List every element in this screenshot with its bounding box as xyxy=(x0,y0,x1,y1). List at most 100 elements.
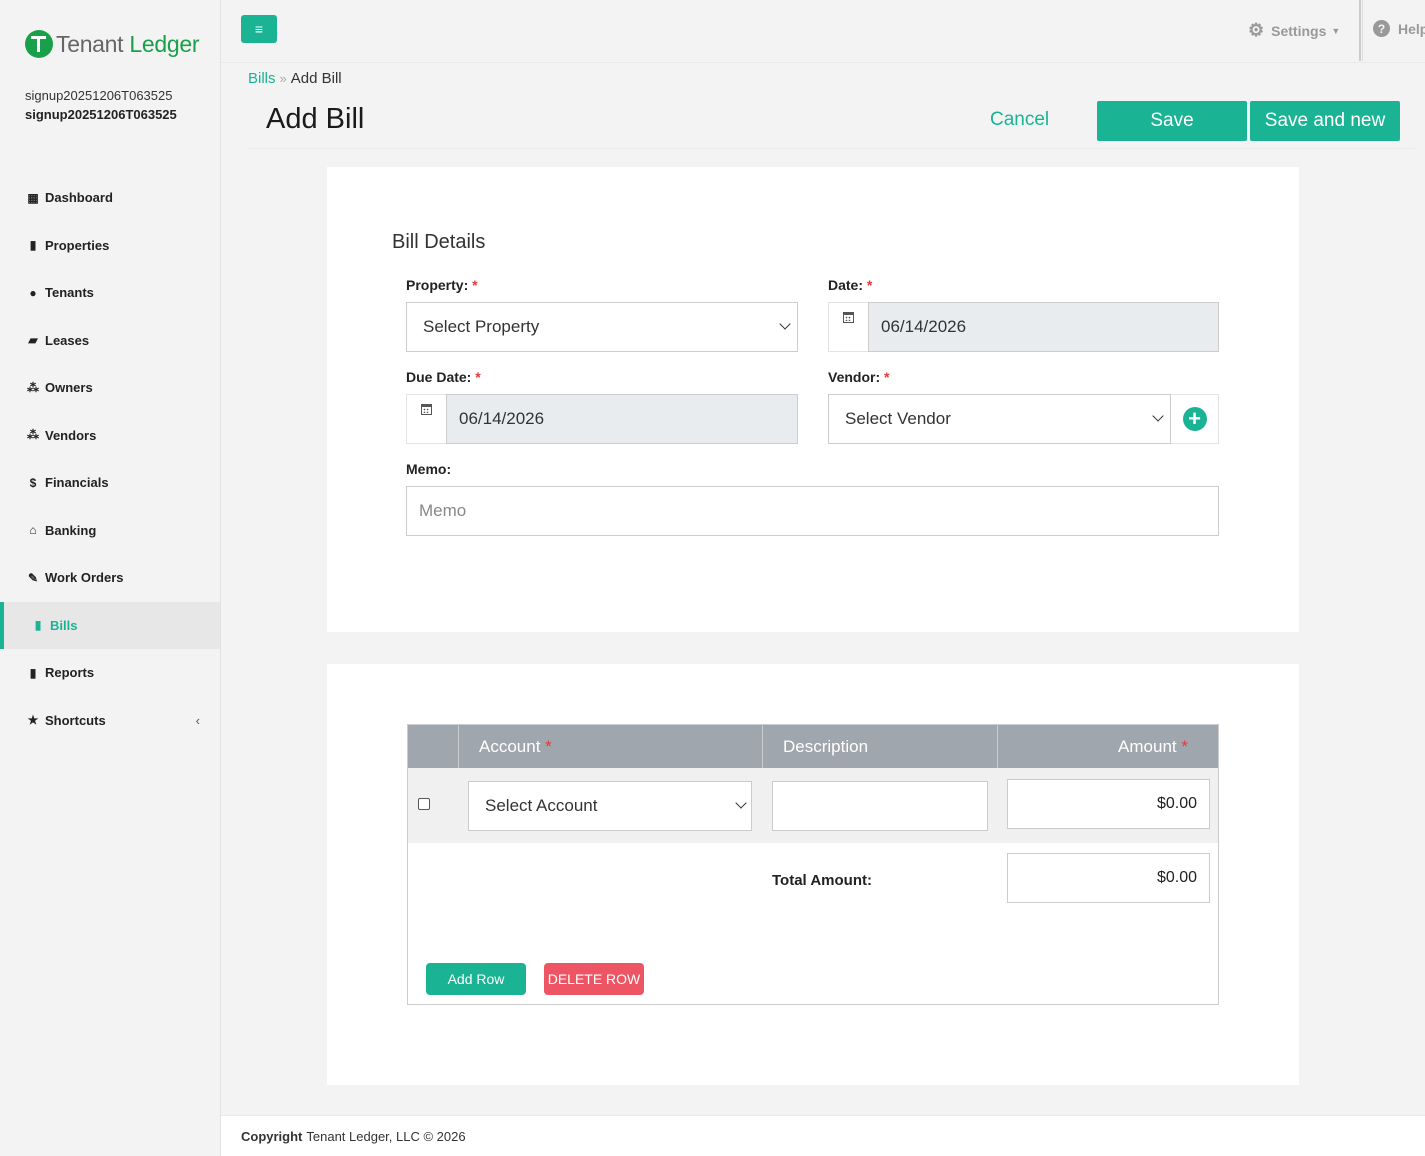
date-input[interactable]: 06/14/2026 xyxy=(868,302,1219,352)
star-icon: ★ xyxy=(27,713,39,728)
description-column-header: Description xyxy=(762,725,997,768)
breadcrumb-separator-icon: » xyxy=(279,71,287,86)
chevron-down-icon xyxy=(779,318,791,330)
date-calendar-addon[interactable] xyxy=(828,302,868,352)
sidebar-item-owners[interactable]: ⁂ Owners xyxy=(0,364,220,412)
page-title: Add Bill xyxy=(266,103,365,135)
account-select[interactable]: Select Account xyxy=(468,781,752,831)
user-account: signup20251206T063525 xyxy=(25,107,177,122)
sidebar-item-leases[interactable]: ▰ Leases xyxy=(0,317,220,365)
table-header: Account * Description Amount * xyxy=(408,725,1218,768)
line-items-table: Account * Description Amount * Select Ac… xyxy=(407,724,1219,1005)
breadcrumb-current: Add Bill xyxy=(290,70,342,87)
settings-dropdown[interactable]: ⚙ Settings ▼ xyxy=(1248,20,1340,41)
hamburger-icon: ≡ xyxy=(254,21,264,37)
property-select[interactable]: Select Property xyxy=(406,302,798,352)
heading-divider xyxy=(248,148,1415,149)
memo-placeholder: Memo xyxy=(419,501,467,520)
due-date-value: 06/14/2026 xyxy=(459,409,545,428)
add-row-button[interactable]: Add Row xyxy=(426,963,526,995)
account-column-header: Account * xyxy=(458,725,762,768)
logo[interactable]: Tenant Ledger xyxy=(25,30,199,58)
vendor-select-value: Select Vendor xyxy=(845,409,951,428)
sidebar-item-label: Work Orders xyxy=(45,570,124,586)
sidebar-item-vendors[interactable]: ⁂ Vendors xyxy=(0,412,220,460)
logo-text: Tenant Ledger xyxy=(56,30,200,57)
row-checkbox[interactable] xyxy=(418,798,430,810)
user-icon: ● xyxy=(29,285,37,300)
menu-toggle-button[interactable]: ≡ xyxy=(241,15,277,43)
footer-text: Tenant Ledger, LLC © 2026 xyxy=(306,1128,466,1144)
plus-circle-icon: + xyxy=(1182,407,1207,431)
sidebar-item-bills[interactable]: ▮ Bills xyxy=(0,601,220,649)
users-icon: ⁂ xyxy=(27,380,39,395)
sidebar-item-banking[interactable]: ⌂ Banking xyxy=(0,507,220,555)
footer: Copyright Tenant Ledger, LLC © 2026 xyxy=(221,1115,1425,1156)
amount-input[interactable]: $0.00 xyxy=(1007,779,1210,829)
question-icon: ? xyxy=(1373,20,1390,37)
total-amount-field: $0.00 xyxy=(1007,853,1210,903)
breadcrumb-bills-link[interactable]: Bills xyxy=(248,70,276,87)
help-link[interactable]: ? Help xyxy=(1373,20,1425,37)
sidebar-item-tenants[interactable]: ● Tenants xyxy=(0,269,220,317)
vendor-label: Vendor: * xyxy=(828,369,890,385)
date-label: Date: * xyxy=(828,277,873,293)
sidebar-item-label: Financials xyxy=(45,475,109,491)
due-date-calendar-addon[interactable] xyxy=(406,394,446,444)
logo-icon xyxy=(25,30,53,58)
sidebar-item-label: Banking xyxy=(45,522,97,538)
sidebar-item-reports[interactable]: ▮ Reports xyxy=(0,649,220,697)
sidebar-item-label: Properties xyxy=(45,237,110,253)
breadcrumb: Bills» Add Bill xyxy=(248,70,342,87)
delete-row-button[interactable]: DELETE ROW xyxy=(544,963,644,995)
sidebar-item-financials[interactable]: $ Financials xyxy=(0,459,220,507)
calendar-icon xyxy=(843,312,854,323)
save-button[interactable]: Save xyxy=(1097,101,1247,141)
topbar-divider xyxy=(1359,0,1363,61)
cancel-button[interactable]: Cancel xyxy=(990,109,1049,131)
sidebar-item-properties[interactable]: ▮ Properties xyxy=(0,222,220,270)
save-and-new-button[interactable]: Save and new xyxy=(1250,101,1400,141)
due-date-label: Due Date: * xyxy=(406,369,481,385)
dashboard-icon: ▦ xyxy=(27,190,39,205)
sidebar-item-work-orders[interactable]: ✎ Work Orders xyxy=(0,554,220,602)
user-name: signup20251206T063525 xyxy=(25,88,173,103)
sidebar: Tenant Ledger signup20251206T063525 sign… xyxy=(0,0,221,1156)
sidebar-item-label: Bills xyxy=(50,617,78,633)
sidebar-item-label: Reports xyxy=(45,665,95,681)
vendor-select[interactable]: Select Vendor xyxy=(828,394,1171,444)
sidebar-item-label: Owners xyxy=(45,380,93,396)
amount-column-header: Amount * xyxy=(997,725,1218,768)
memo-input[interactable]: Memo xyxy=(406,486,1219,536)
file-icon: ▮ xyxy=(29,665,37,680)
description-input[interactable] xyxy=(772,781,988,831)
caret-down-icon: ▼ xyxy=(1331,25,1341,36)
settings-label: Settings xyxy=(1271,22,1327,39)
add-vendor-button[interactable]: + xyxy=(1171,394,1219,444)
users-icon: ⁂ xyxy=(27,428,39,443)
file-icon: ▮ xyxy=(34,618,42,633)
due-date-input[interactable]: 06/14/2026 xyxy=(446,394,798,444)
calendar-icon xyxy=(421,404,432,415)
section-title: Bill Details xyxy=(392,231,486,253)
chevron-down-icon xyxy=(735,797,747,809)
sidebar-item-label: Leases xyxy=(45,332,90,348)
sidebar-item-dashboard[interactable]: ▦ Dashboard xyxy=(0,174,220,222)
dollar-icon: $ xyxy=(29,475,37,490)
sidebar-item-shortcuts[interactable]: ★ Shortcuts ‹ xyxy=(0,697,220,745)
account-select-value: Select Account xyxy=(485,796,598,815)
sidebar-nav: ▦ Dashboard ▮ Properties ● Tenants ▰ Leases … xyxy=(0,174,220,744)
sidebar-item-label: Dashboard xyxy=(45,190,113,206)
property-select-value: Select Property xyxy=(423,317,540,336)
sidebar-item-label: Shortcuts xyxy=(45,712,106,728)
total-amount-label: Total Amount: xyxy=(772,872,872,889)
property-label: Property: * xyxy=(406,277,478,293)
sidebar-item-label: Vendors xyxy=(45,427,97,443)
gear-icon: ⚙ xyxy=(1248,20,1265,40)
bank-icon: ⌂ xyxy=(29,523,37,538)
bill-lines-card: Account * Description Amount * Select Ac… xyxy=(327,664,1299,1085)
footer-copyright-label: Copyright xyxy=(241,1128,303,1144)
help-label: Help xyxy=(1398,20,1425,37)
sidebar-item-label: Tenants xyxy=(45,285,94,301)
memo-label: Memo: xyxy=(406,461,452,477)
